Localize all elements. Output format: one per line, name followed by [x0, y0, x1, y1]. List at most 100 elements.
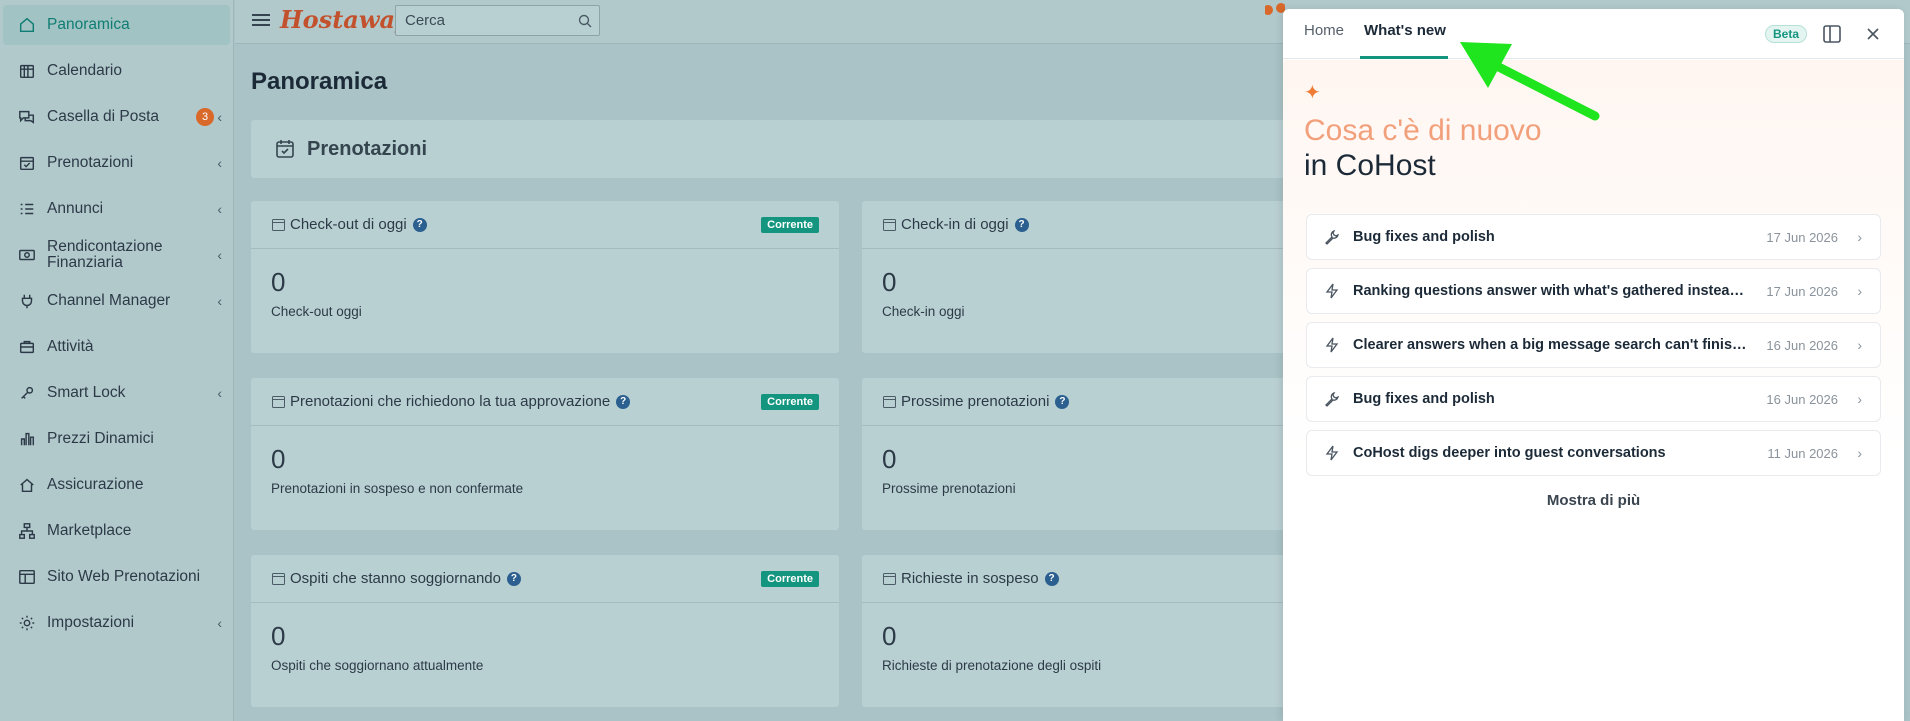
- bolt-icon: [1325, 445, 1339, 461]
- chevron-left-icon: ‹: [217, 385, 222, 401]
- show-more-button[interactable]: Mostra di più: [1283, 492, 1904, 509]
- sidebar-item-prezzi-dinamici[interactable]: Prezzi Dinamici: [3, 419, 230, 459]
- status-badge: Corrente: [761, 571, 819, 587]
- sidebar-item-label: Marketplace: [47, 522, 132, 539]
- dock-panel-icon[interactable]: [1821, 23, 1843, 45]
- card-subtitle: Prossime prenotazioni: [882, 481, 1016, 496]
- sidebar-item-label: Channel Manager: [47, 292, 171, 309]
- sidebar-item-label: Calendario: [47, 62, 122, 79]
- news-item[interactable]: CoHost digs deeper into guest conversati…: [1306, 430, 1881, 476]
- card-staying-guests: Ospiti che stanno soggiornando ? Corrent…: [251, 555, 839, 707]
- news-item[interactable]: Bug fixes and polish 16 Jun 2026 ›: [1306, 376, 1881, 422]
- plug-icon: [17, 291, 37, 311]
- status-badge: Corrente: [761, 394, 819, 410]
- sitemap-icon: [17, 521, 37, 541]
- sidebar-item-casella-di-posta[interactable]: Casella di Posta 3 ‹: [3, 97, 230, 137]
- card-value: 0: [882, 444, 897, 474]
- bar-chart-icon: [17, 429, 37, 449]
- card-value: 0: [271, 621, 286, 651]
- sidebar-item-sito-web[interactable]: Sito Web Prenotazioni: [3, 557, 230, 597]
- calendar-icon: [272, 396, 285, 408]
- news-date: 16 Jun 2026: [1766, 391, 1838, 407]
- card-subtitle: Check-out oggi: [271, 304, 362, 319]
- sidebar-item-label: Annunci: [47, 200, 104, 217]
- card-title: Check-in di oggi: [901, 216, 1009, 233]
- annotation-arrow-icon: [1460, 42, 1600, 121]
- news-item[interactable]: Bug fixes and polish 17 Jun 2026 ›: [1306, 214, 1881, 260]
- card-subtitle: Ospiti che soggiornano attualmente: [271, 658, 484, 673]
- news-title: Clearer answers when a big message searc…: [1353, 337, 1748, 353]
- card-title: Richieste in sospeso: [901, 570, 1039, 587]
- help-icon[interactable]: ?: [412, 217, 427, 232]
- sidebar-item-label: Sito Web Prenotazioni: [47, 568, 201, 585]
- card-subtitle: Richieste di prenotazione degli ospiti: [882, 658, 1102, 673]
- sidebar-item-annunci[interactable]: Annunci ‹: [3, 189, 230, 229]
- house-shield-icon: [17, 475, 37, 495]
- wrench-icon: [1325, 229, 1339, 245]
- unread-badge: 3: [196, 108, 214, 126]
- panel-body: ✦ Cosa c'è di nuovo in CoHost Bug fixes …: [1283, 60, 1904, 721]
- notification-icon[interactable]: [1263, 3, 1286, 17]
- sidebar-item-channel-manager[interactable]: Channel Manager ‹: [3, 281, 230, 321]
- calendar-check-icon: [276, 140, 294, 158]
- card-title: Ospiti che stanno soggiornando: [290, 570, 501, 587]
- help-icon[interactable]: ?: [1044, 571, 1059, 586]
- section-title: Prenotazioni: [307, 138, 428, 160]
- help-icon[interactable]: ?: [1014, 217, 1029, 232]
- money-icon: [17, 245, 37, 265]
- card-value: 0: [882, 621, 897, 651]
- menu-icon[interactable]: [251, 11, 271, 31]
- chevron-right-icon: ›: [1857, 337, 1862, 353]
- tab-home[interactable]: Home: [1304, 22, 1344, 39]
- help-icon[interactable]: ?: [506, 571, 521, 586]
- sidebar: Panoramica Calendario Casella di Posta 3…: [0, 0, 234, 721]
- card-value: 0: [271, 444, 286, 474]
- sidebar-item-prenotazioni[interactable]: Prenotazioni ‹: [3, 143, 230, 183]
- news-title: Ranking questions answer with what's gat…: [1353, 283, 1748, 299]
- hostaway-logo[interactable]: Hostaway: [280, 5, 409, 34]
- tab-whats-new[interactable]: What's new: [1364, 22, 1446, 39]
- news-item[interactable]: Ranking questions answer with what's gat…: [1306, 268, 1881, 314]
- sidebar-item-label: Smart Lock: [47, 384, 126, 401]
- chevron-left-icon: ‹: [217, 201, 222, 217]
- chevron-right-icon: ›: [1857, 391, 1862, 407]
- gear-icon: [17, 613, 37, 633]
- help-icon[interactable]: ?: [1055, 394, 1070, 409]
- news-title: CoHost digs deeper into guest conversati…: [1353, 445, 1666, 461]
- sidebar-item-marketplace[interactable]: Marketplace: [3, 511, 230, 551]
- list-icon: [17, 199, 37, 219]
- calendar-icon: [272, 219, 285, 231]
- home-icon: [17, 15, 37, 35]
- sidebar-item-attivita[interactable]: Attività: [3, 327, 230, 367]
- close-icon[interactable]: [1862, 23, 1884, 45]
- sidebar-item-calendario[interactable]: Calendario: [3, 51, 230, 91]
- chevron-right-icon: ›: [1857, 445, 1862, 461]
- layout-icon: [17, 567, 37, 587]
- card-subtitle: Prenotazioni in sospeso e non confermate: [271, 481, 524, 496]
- sidebar-item-assicurazione[interactable]: Assicurazione: [3, 465, 230, 505]
- sidebar-item-panoramica[interactable]: Panoramica: [3, 5, 230, 45]
- calendar-icon: [883, 219, 896, 231]
- card-header: Prenotazioni che richiedono la tua appro…: [251, 378, 839, 426]
- chevron-left-icon: ‹: [217, 615, 222, 631]
- card-header: Ospiti che stanno soggiornando ? Corrent…: [251, 555, 839, 603]
- chevron-right-icon: ›: [1857, 229, 1862, 245]
- sidebar-item-label: Rendicontazione Finanziaria: [47, 238, 163, 271]
- sidebar-item-label: Panoramica: [47, 16, 130, 33]
- sidebar-item-rendicontazione[interactable]: Rendicontazione Finanziaria ‹: [3, 235, 230, 275]
- active-tab-indicator: [1360, 56, 1448, 59]
- card-title: Prossime prenotazioni: [901, 393, 1050, 410]
- sidebar-item-label: Impostazioni: [47, 614, 135, 631]
- help-icon[interactable]: ?: [616, 394, 631, 409]
- calendar-icon: [883, 396, 896, 408]
- search-icon[interactable]: [577, 13, 593, 29]
- sidebar-item-smart-lock[interactable]: Smart Lock ‹: [3, 373, 230, 413]
- bolt-icon: [1325, 283, 1339, 299]
- search-input[interactable]: [396, 12, 566, 29]
- sidebar-item-label: Attività: [47, 338, 94, 355]
- key-icon: [17, 383, 37, 403]
- news-date: 17 Jun 2026: [1766, 283, 1838, 299]
- news-item[interactable]: Clearer answers when a big message searc…: [1306, 322, 1881, 368]
- sidebar-item-impostazioni[interactable]: Impostazioni ‹: [3, 603, 230, 643]
- section-prenotazioni: Prenotazioni: [251, 120, 1291, 178]
